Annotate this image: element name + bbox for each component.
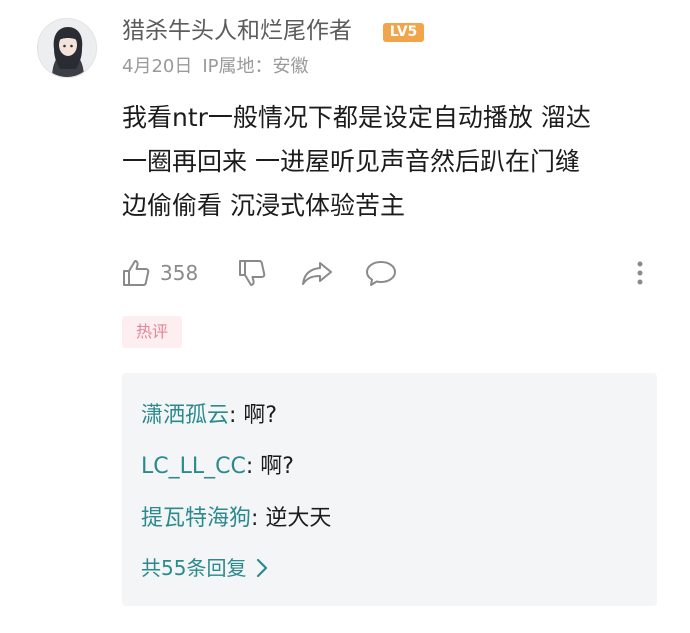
- reply-author[interactable]: 提瓦特海狗: [141, 506, 251, 531]
- reply-text: 啊?: [260, 454, 294, 479]
- share-icon: [302, 262, 332, 285]
- comment-date: 4月20日: [122, 56, 193, 77]
- more-replies-label: 共55条回复: [141, 556, 247, 580]
- reply-author[interactable]: 潇洒孤云: [141, 403, 229, 428]
- avatar-image: [38, 19, 96, 77]
- hot-comment-tag: 热评: [122, 316, 182, 348]
- chevron-right-icon: [257, 558, 268, 578]
- comment-text-line: 边偷偷看 沉浸式体验苦主: [122, 191, 405, 220]
- level-badge: LV5: [383, 23, 424, 42]
- replies-box: 潇洒孤云: 啊? LC_LL_CC: 啊? 提瓦特海狗: 逆大天 共55条回复: [122, 373, 657, 606]
- comment-text-line: 我看ntr一般情况下都是设定自动播放 溜达: [122, 103, 591, 132]
- dislike-button[interactable]: [236, 256, 268, 290]
- action-bar: 358: [120, 256, 660, 290]
- comment-text: 我看ntr一般情况下都是设定自动播放 溜达 一圈再回来 一进屋听见声音然后趴在门…: [122, 96, 682, 228]
- reply-separator: :: [229, 403, 244, 428]
- comment-meta: 4月20日 IP属地：安徽: [122, 54, 309, 80]
- avatar[interactable]: [37, 18, 97, 78]
- reply-button[interactable]: [364, 256, 398, 290]
- share-button[interactable]: [300, 256, 334, 290]
- reply-text: 逆大天: [265, 506, 332, 531]
- thumb-up-icon: [123, 260, 150, 286]
- reply-separator: :: [251, 506, 266, 531]
- reply-text: 啊?: [243, 403, 278, 428]
- reply-item[interactable]: LC_LL_CC: 啊?: [141, 452, 294, 482]
- more-vertical-icon: [637, 261, 643, 285]
- comment-icon: [366, 261, 396, 286]
- view-all-replies-link[interactable]: 共55条回复: [141, 553, 268, 583]
- thumb-down-icon: [239, 260, 266, 286]
- ip-location: IP属地：安徽: [202, 56, 309, 77]
- comment-text-line: 一圈再回来 一进屋听见声音然后趴在门缝: [122, 147, 580, 176]
- reply-item[interactable]: 提瓦特海狗: 逆大天: [141, 504, 331, 534]
- reply-separator: :: [245, 454, 261, 479]
- reply-author[interactable]: LC_LL_CC: [141, 454, 246, 479]
- reply-item[interactable]: 潇洒孤云: 啊?: [141, 401, 277, 431]
- like-button[interactable]: 358: [120, 256, 198, 290]
- username[interactable]: 猎杀牛头人和烂尾作者: [122, 16, 352, 46]
- like-count: 358: [160, 261, 199, 285]
- more-button[interactable]: [632, 256, 648, 290]
